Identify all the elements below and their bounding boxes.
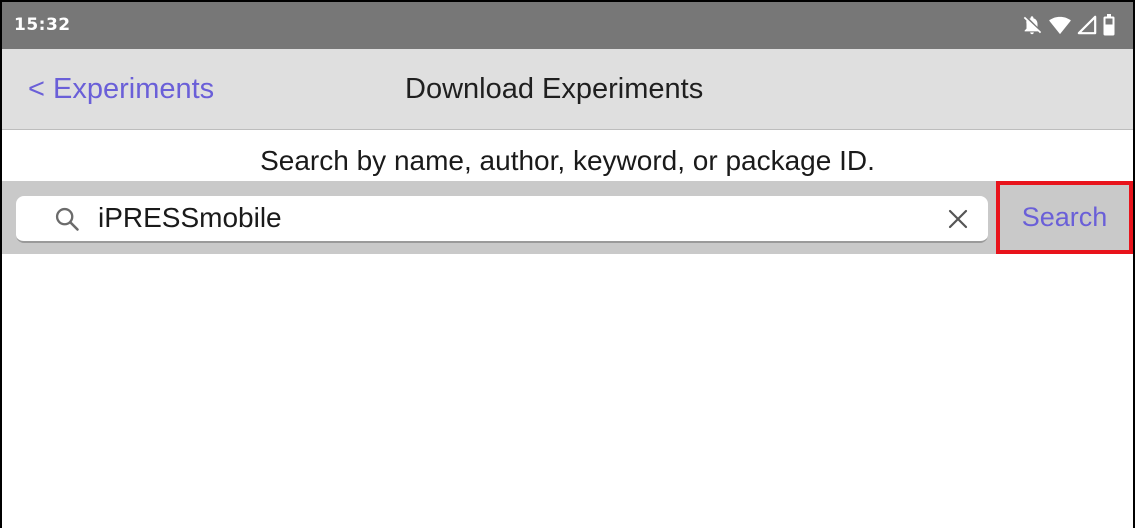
app-frame: 15:32 < Experiments Download Experiments… [0,0,1135,528]
navigation-bar: < Experiments Download Experiments [2,49,1133,130]
search-icon [55,207,79,231]
search-bar: Search [2,181,1133,254]
search-input[interactable] [98,200,918,236]
wifi-icon [1049,16,1071,35]
search-button[interactable]: Search [996,181,1133,254]
back-button[interactable]: < Experiments [28,73,214,106]
clear-icon[interactable] [946,207,970,231]
signal-icon [1077,15,1097,35]
page-title: Download Experiments [405,73,704,105]
search-hint: Search by name, author, keyword, or pack… [260,145,875,176]
status-bar: 15:32 [2,2,1133,49]
status-time: 15:32 [14,15,71,35]
battery-icon [1103,14,1115,36]
bell-off-icon [1023,16,1042,35]
search-field[interactable] [16,196,988,243]
status-icons [1021,13,1115,37]
